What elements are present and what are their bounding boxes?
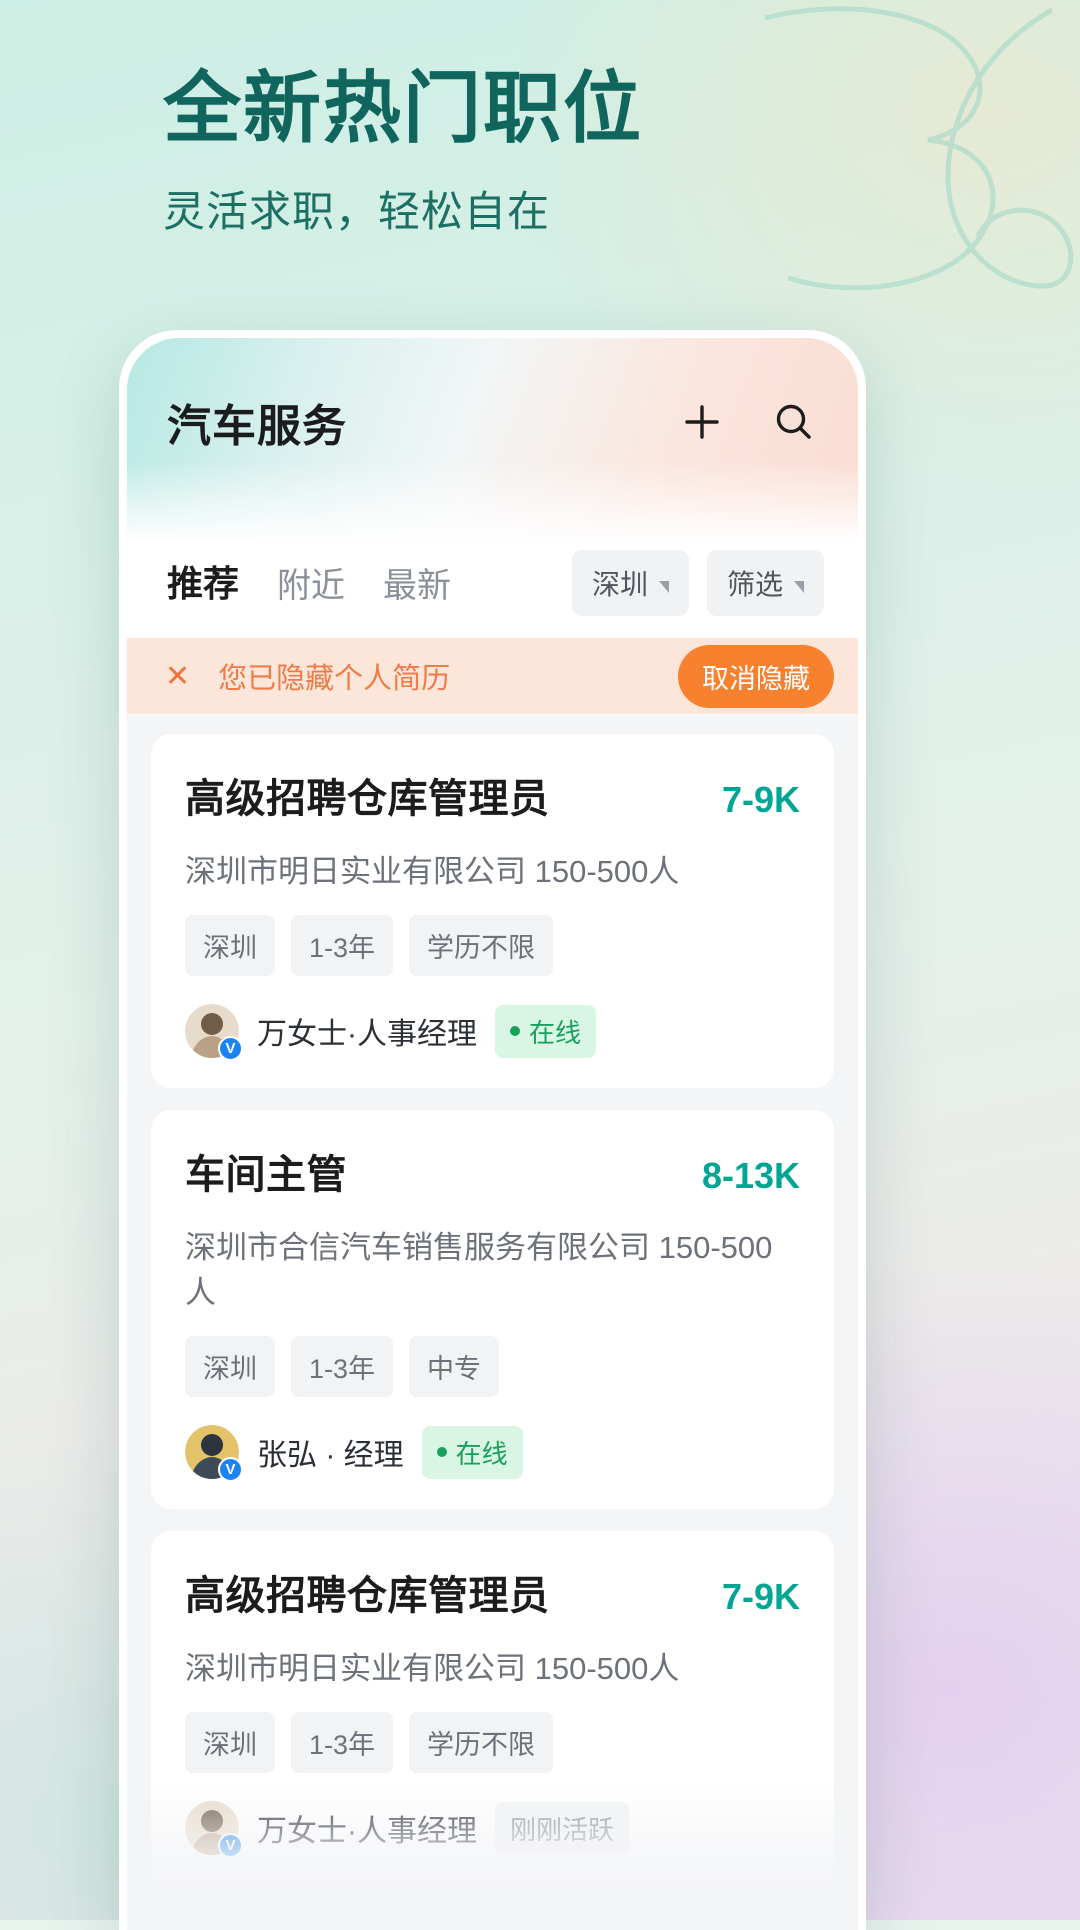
poster-headline-block: 全新热门职位 灵活求职，轻松自在 bbox=[163, 62, 643, 239]
poster-subheadline: 灵活求职，轻松自在 bbox=[163, 188, 551, 236]
recruiter-name: 张弘 · 经理 bbox=[257, 1439, 404, 1472]
tab-list: 推荐 附近 最新 bbox=[167, 555, 451, 611]
recruiter-name: 万女士·人事经理 bbox=[257, 1815, 477, 1848]
company-name: 深圳市合信汽车销售服务有限公司 150-500人 bbox=[185, 1230, 773, 1310]
job-card[interactable]: 汽车主播8-13K深圳市合信汽车销售服务有限公司 150-500人深圳经验不限学… bbox=[151, 1907, 834, 1930]
job-tag: 中专 bbox=[409, 1336, 500, 1397]
job-salary: 7-9K bbox=[721, 779, 800, 820]
poster-headline: 全新热门职位 bbox=[163, 64, 644, 152]
job-tag-list: 深圳 1-3年 学历不限 bbox=[185, 915, 800, 976]
avatar: V bbox=[185, 1004, 243, 1061]
recruiter-row[interactable]: V 万女士·人事经理 在线 bbox=[185, 1004, 800, 1061]
resume-hidden-banner: ✕ 您已隐藏个人简历 取消隐藏 bbox=[127, 638, 858, 714]
avatar: V bbox=[185, 1801, 243, 1858]
status-badge: 在线 bbox=[495, 1004, 597, 1058]
unhide-resume-button[interactable]: 取消隐藏 bbox=[678, 644, 834, 708]
job-list[interactable]: 高级招聘仓库管理员 7-9K 深圳市明日实业有限公司 150-500人 深圳 1-3年学… bbox=[127, 714, 858, 1930]
recruiter-name: 万女士·人事经理 bbox=[257, 1018, 477, 1051]
recruiter-row[interactable]: V 张弘 · 经理 在线 bbox=[185, 1425, 800, 1482]
job-title: 车间主管 bbox=[185, 1153, 347, 1197]
status-badge-label: 在线 bbox=[529, 1017, 582, 1048]
verified-badge-icon: V bbox=[218, 1833, 243, 1858]
chevron-down-icon bbox=[794, 581, 804, 593]
job-title: 高级招聘仓库管理员 bbox=[185, 1574, 550, 1618]
city-filter-label: 深圳 bbox=[591, 569, 648, 600]
company-name: 深圳市明日实业有限公司 150-500人 bbox=[185, 854, 680, 889]
phone-mockup: 汽车服务 推荐 附近 最新 深圳 筛选 ✕ 您已隐藏个人简历 取消隐藏 高级招聘… bbox=[119, 330, 866, 1930]
job-card-header: 高级招聘仓库管理员 7-9K bbox=[185, 766, 800, 824]
status-badge-label: 刚刚活跃 bbox=[510, 1814, 615, 1845]
verified-badge-icon: V bbox=[218, 1457, 243, 1482]
search-icon[interactable] bbox=[770, 398, 818, 446]
verified-badge-icon: V bbox=[218, 1036, 243, 1061]
job-tag: 1-3年 bbox=[291, 1712, 394, 1773]
recruiter-row[interactable]: V 万女士·人事经理 刚刚活跃 bbox=[185, 1801, 800, 1858]
tab-recommend[interactable]: 推荐 bbox=[167, 555, 239, 611]
filter-chip[interactable]: 筛选 bbox=[706, 550, 824, 616]
app-screen: 汽车服务 推荐 附近 最新 深圳 筛选 ✕ 您已隐藏个人简历 取消隐藏 高级招聘… bbox=[127, 338, 858, 1930]
chevron-down-icon bbox=[658, 581, 669, 593]
job-tag: 学历不限 bbox=[409, 1712, 554, 1773]
avatar: V bbox=[185, 1425, 243, 1482]
status-badge: 刚刚活跃 bbox=[495, 1801, 630, 1855]
job-salary: 7-9K bbox=[721, 1576, 800, 1617]
job-card[interactable]: 高级招聘仓库管理员 7-9K 深圳市明日实业有限公司 150-500人深圳 1-3年学… bbox=[151, 734, 834, 1088]
job-tag: 深圳 bbox=[185, 1336, 275, 1397]
tab-bar: 推荐 附近 最新 深圳 筛选 bbox=[127, 550, 858, 638]
job-tag-list: 深圳 1-3年 中专 bbox=[185, 1336, 800, 1397]
job-card-header: 车间主管 8-13K bbox=[185, 1142, 800, 1200]
job-tag: 深圳 bbox=[185, 1712, 275, 1773]
close-icon[interactable]: ✕ bbox=[165, 659, 190, 694]
decorative-36-outline bbox=[764, 6, 1074, 291]
online-dot-icon bbox=[510, 1026, 520, 1036]
job-card[interactable]: 高级招聘仓库管理员 7-9K 深圳市明日实业有限公司 150-500人深圳 1-3年学… bbox=[151, 1531, 834, 1885]
tab-nearby[interactable]: 附近 bbox=[277, 558, 345, 611]
status-badge: 在线 bbox=[421, 1425, 523, 1479]
job-card-header: 高级招聘仓库管理员 7-9K bbox=[185, 1563, 800, 1621]
job-tag: 深圳 bbox=[185, 915, 275, 976]
job-tag: 学历不限 bbox=[409, 915, 554, 976]
job-card[interactable]: 车间主管 8-13K 深圳市合信汽车销售服务有限公司 150-500人深圳 1-3年中… bbox=[151, 1110, 834, 1509]
status-badge-label: 在线 bbox=[455, 1438, 508, 1469]
job-tag: 1-3年 bbox=[291, 915, 394, 976]
online-dot-icon bbox=[436, 1447, 447, 1457]
job-tag: 1-3年 bbox=[291, 1336, 394, 1397]
tab-latest[interactable]: 最新 bbox=[383, 558, 451, 611]
city-filter-chip[interactable]: 深圳 bbox=[571, 550, 689, 616]
banner-message: 您已隐藏个人简历 bbox=[218, 663, 451, 695]
page-title: 汽车服务 bbox=[167, 402, 347, 451]
job-salary: 8-13K bbox=[701, 1155, 800, 1196]
company-name: 深圳市明日实业有限公司 150-500人 bbox=[185, 1651, 680, 1686]
filter-chip-group: 深圳 筛选 bbox=[571, 550, 824, 616]
filter-chip-label: 筛选 bbox=[726, 569, 783, 600]
app-header: 汽车服务 bbox=[127, 338, 858, 550]
plus-icon[interactable] bbox=[678, 398, 726, 446]
job-tag-list: 深圳 1-3年 学历不限 bbox=[185, 1712, 800, 1773]
job-title: 高级招聘仓库管理员 bbox=[185, 777, 550, 821]
